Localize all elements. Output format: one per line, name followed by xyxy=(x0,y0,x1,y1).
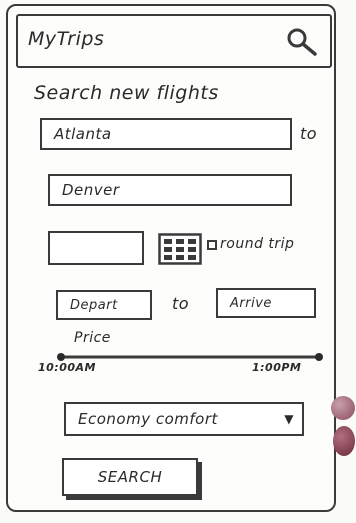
time-range-to-label: to xyxy=(172,294,190,313)
chevron-down-icon: ▼ xyxy=(284,412,294,426)
depart-time-label: Depart xyxy=(70,297,118,313)
class-select[interactable]: Economy comfort ▼ xyxy=(64,402,304,436)
round-trip-checkbox[interactable] xyxy=(207,240,217,250)
price-min-label: 10:00AM xyxy=(38,361,96,374)
price-label: Price xyxy=(74,330,111,346)
origin-field[interactable]: Atlanta xyxy=(40,118,292,150)
calendar-icon[interactable] xyxy=(158,233,202,265)
search-button[interactable]: SEARCH xyxy=(62,458,198,496)
class-select-value: Economy comfort xyxy=(78,410,218,428)
destination-field-value: Denver xyxy=(62,181,120,199)
decorative-dot-bottom xyxy=(333,426,355,456)
app-header: MyTrips xyxy=(16,14,332,68)
to-label: to xyxy=(300,124,318,143)
round-trip-label: round trip xyxy=(220,236,295,252)
search-icon[interactable] xyxy=(282,22,322,62)
app-title: MyTrips xyxy=(28,28,105,50)
search-section-title: Search new flights xyxy=(34,82,219,104)
price-slider[interactable] xyxy=(56,346,324,361)
arrive-time-field[interactable]: Arrive xyxy=(216,288,316,318)
price-slider-max-handle xyxy=(315,353,323,361)
destination-field[interactable]: Denver xyxy=(48,174,292,206)
arrive-time-label: Arrive xyxy=(230,295,272,311)
search-button-label: SEARCH xyxy=(97,468,163,486)
decorative-dot-top xyxy=(331,396,355,420)
depart-time-field[interactable]: Depart xyxy=(56,290,152,320)
origin-field-value: Atlanta xyxy=(54,125,112,143)
price-max-label: 1:00PM xyxy=(252,361,302,374)
price-slider-min-handle xyxy=(57,353,65,361)
date-field[interactable] xyxy=(48,231,144,265)
